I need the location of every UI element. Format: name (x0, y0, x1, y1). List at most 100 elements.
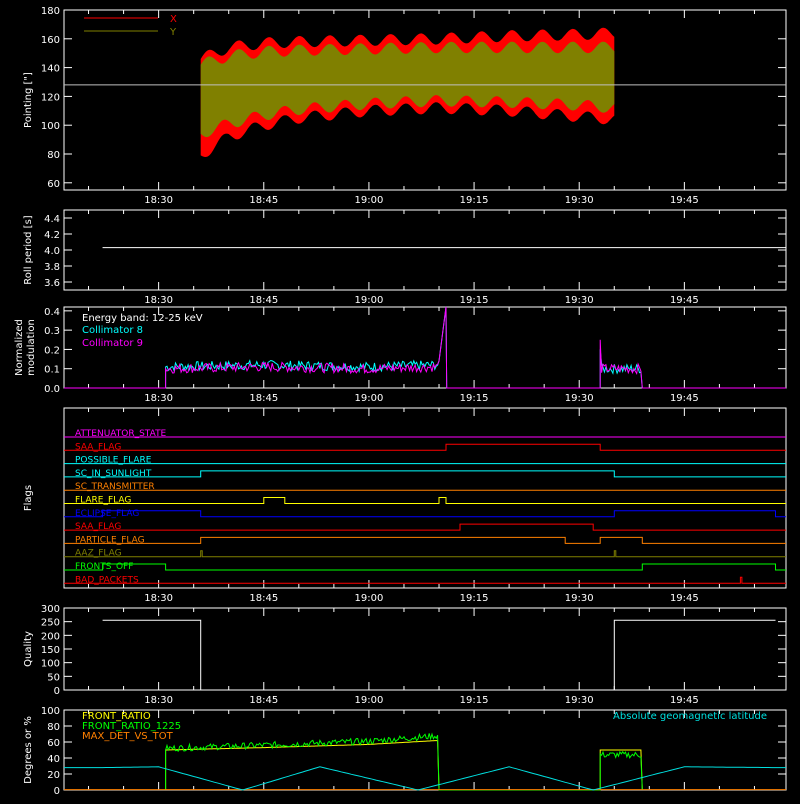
quality-y-tick-label: 200 (41, 631, 60, 642)
flag-line (64, 510, 786, 518)
flag-line (64, 470, 786, 478)
flag-label: ATTENUATOR_STATE (75, 429, 167, 439)
legend-collimator-8: Collimator 8 (82, 325, 143, 336)
modulation-y-tick-label: 0.2 (44, 345, 60, 356)
flags-x-tick-label: 19:45 (670, 593, 699, 604)
pointing-x-tick-label: 19:15 (460, 195, 489, 206)
ratios-series-3 (64, 766, 786, 791)
quality-y-tick-label: 50 (47, 672, 60, 683)
quality-y-label: Quality (23, 631, 34, 667)
roll_period-x-tick-label: 19:00 (355, 295, 384, 306)
modulation-x-tick-label: 19:45 (670, 393, 699, 404)
quality-line (102, 619, 776, 691)
flag-label: ECLIPSE_FLAG (75, 509, 139, 519)
ratios-series-1 (165, 732, 643, 791)
flag-label: SAA_FLAG (75, 442, 121, 452)
flag-label: POSSIBLE_FLARE (75, 456, 152, 466)
rhessi-observing-summary: 18:30 18:45 19:00 19:15 19:30 19:45 Pointing [… (0, 0, 800, 800)
ratios-y-label: Degrees or % (23, 716, 34, 784)
quality-x-tick-label: 19:45 (670, 695, 699, 706)
flag-line (64, 536, 786, 544)
legend-x-label: X (170, 14, 177, 25)
modulation-x-tick-label: 19:30 (565, 393, 594, 404)
legend-collimator-9: Collimator 9 (82, 338, 143, 349)
legend-max-det-vs-tot: MAX_DET_VS_TOT (82, 731, 174, 742)
modulation-x-tick-label: 18:45 (249, 393, 278, 404)
pointing-y-tick-label: 120 (41, 92, 60, 103)
flag-label: SC_TRANSMITTER (75, 482, 155, 492)
flags-x-tick-label: 19:30 (565, 593, 594, 604)
roll_period-y-tick-label: 3.6 (44, 278, 60, 289)
quality-x-tick-label: 19:00 (355, 695, 384, 706)
modulation-y-tick-label: 0.4 (44, 307, 60, 318)
roll_period-y-tick-label: 3.8 (44, 262, 60, 273)
pointing-x-tick-label: 18:45 (249, 195, 278, 206)
quality-x-tick-label: 18:45 (249, 695, 278, 706)
pointing-x-tick-label: 19:45 (670, 195, 699, 206)
modulation-y-label: modulation (26, 319, 37, 376)
quality-y-tick-label: 0 (54, 686, 60, 697)
modulation-y-tick-label: 0.0 (44, 384, 60, 395)
quality-y-tick-label: 300 (41, 604, 60, 615)
modulation-x-tick-label: 19:00 (355, 393, 384, 404)
flags-frame (63, 407, 787, 589)
roll_period-x-tick-label: 18:30 (144, 295, 173, 306)
energy-band-annotation: Energy band: 12-25 keV (82, 313, 203, 324)
roll_period-x-tick-label: 18:45 (249, 295, 278, 306)
geomagnetic-latitude-annotation: Absolute geomagnetic latitude (613, 711, 767, 722)
flag-line (64, 563, 786, 571)
pointing-y-tick-label: 180 (41, 6, 60, 17)
pointing-x-tick-label: 19:00 (355, 195, 384, 206)
flag-line (64, 497, 786, 504)
roll_period-x-tick-label: 19:15 (460, 295, 489, 306)
flags-x-tick-label: 18:30 (144, 593, 173, 604)
flag-line (64, 523, 786, 531)
ratios-y-tick-label: 100 (41, 706, 60, 717)
modulation-y-tick-label: 0.3 (44, 326, 60, 337)
ratios-y-tick-label: 0 (54, 786, 60, 797)
legend-y-label: Y (169, 27, 177, 38)
roll_period-y-tick-label: 4.4 (44, 214, 60, 225)
flag-line (64, 576, 786, 584)
flags-x-tick-label: 19:15 (460, 593, 489, 604)
quality-y-tick-label: 100 (41, 659, 60, 670)
flags-y-label: Flags (23, 485, 34, 511)
roll_period-frame (63, 209, 787, 291)
pointing-y-tick-label: 160 (41, 35, 60, 46)
roll_period-y-label: Roll period [s] (23, 215, 34, 284)
quality-y-tick-label: 150 (41, 645, 60, 656)
pointing-y-tick-label: 80 (47, 150, 60, 161)
roll_period-y-tick-label: 4.0 (44, 246, 60, 257)
quality-x-tick-label: 19:15 (460, 695, 489, 706)
quality-y-tick-label: 250 (41, 618, 60, 629)
flag-label: FLARE_FLAG (75, 496, 131, 506)
ratios-y-tick-label: 60 (47, 738, 60, 749)
pointing-x-tick-label: 18:30 (144, 195, 173, 206)
flags-x-tick-label: 18:45 (249, 593, 278, 604)
pointing-y-tick-label: 60 (47, 179, 60, 190)
pointing-y-label: Pointing ["] (23, 72, 34, 128)
quality-x-tick-label: 19:30 (565, 695, 594, 706)
modulation-y-tick-label: 0.1 (44, 365, 60, 376)
flag-line (64, 443, 786, 451)
ratios-y-tick-label: 40 (47, 754, 60, 765)
roll_period-x-tick-label: 19:45 (670, 295, 699, 306)
observing-summary-chart: 18:30 18:45 19:00 19:15 19:30 19:45 Pointing [… (14, 6, 787, 797)
flag-label: SC_IN_SUNLIGHT (75, 469, 152, 479)
flag-label: FRONTS_OFF (75, 562, 133, 572)
quality-x-tick-label: 18:30 (144, 695, 173, 706)
pointing-y-tick-label: 140 (41, 64, 60, 75)
ratios-y-tick-label: 20 (47, 770, 60, 781)
modulation-x-tick-label: 19:15 (460, 393, 489, 404)
roll_period-y-tick-label: 4.2 (44, 230, 60, 241)
roll_period-x-tick-label: 19:30 (565, 295, 594, 306)
ratios-y-tick-label: 80 (47, 722, 60, 733)
flag-label: SAA_FLAG (75, 522, 121, 532)
flags-x-tick-label: 19:00 (355, 593, 384, 604)
flag-label: PARTICLE_FLAG (75, 535, 145, 545)
ratios-series-0 (165, 739, 643, 791)
flag-label: AAZ_FLAG (75, 549, 122, 559)
modulation-x-tick-label: 18:30 (144, 393, 173, 404)
flag-line (64, 550, 786, 558)
pointing-x-tick-label: 19:30 (565, 195, 594, 206)
